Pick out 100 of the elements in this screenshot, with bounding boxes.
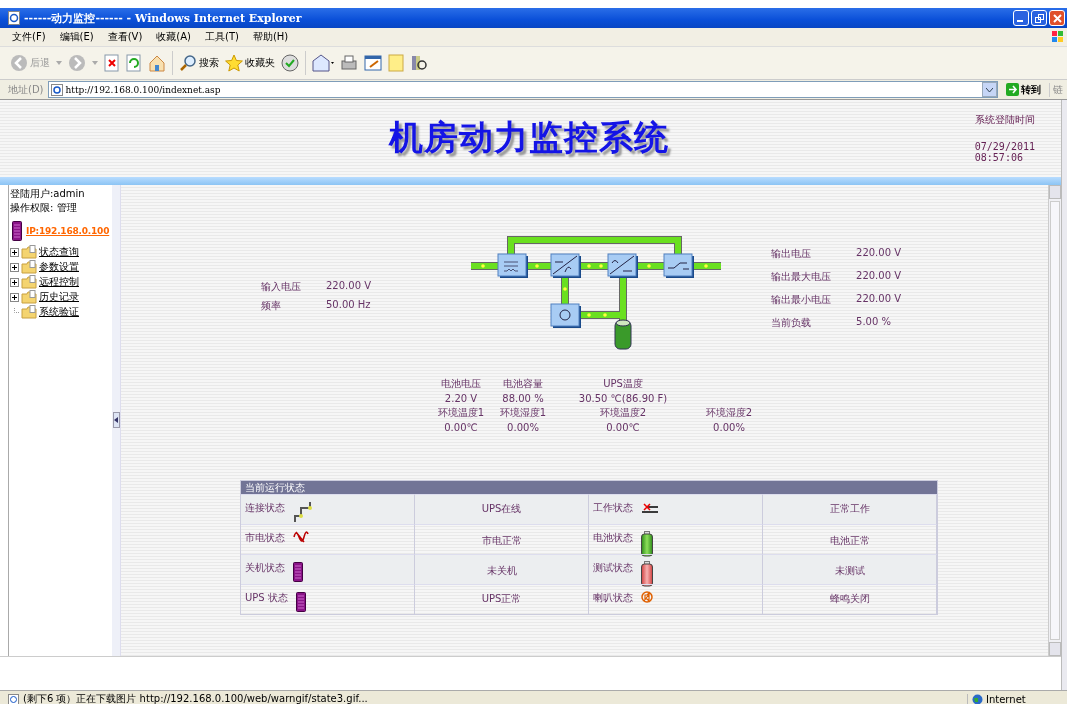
sidebar-item[interactable]: 历史记录 bbox=[39, 290, 79, 305]
battery-icon bbox=[641, 530, 653, 557]
sensor-value: 0.00℃ bbox=[605, 421, 641, 433]
status-value: 市电正常 bbox=[481, 533, 522, 548]
refresh-icon[interactable] bbox=[126, 54, 142, 72]
reading-label: 输入电压 bbox=[261, 279, 302, 294]
sidebar-item[interactable]: 参数设置 bbox=[39, 260, 79, 275]
sensor-value: 0.00% bbox=[712, 421, 746, 433]
sensor-value: 0.00% bbox=[506, 421, 540, 433]
search-button[interactable]: 搜索 bbox=[179, 54, 219, 72]
zone-label: Internet bbox=[986, 693, 1026, 704]
reading-value: 220.00 V bbox=[856, 269, 902, 283]
stop-icon[interactable] bbox=[104, 54, 120, 72]
reading-label: 输出最小电压 bbox=[771, 292, 832, 307]
dropdown-icon[interactable] bbox=[982, 82, 997, 97]
back-icon bbox=[10, 54, 28, 72]
windows-logo-icon bbox=[1051, 30, 1065, 44]
sensor-value: 0.00℃ bbox=[443, 421, 479, 433]
status-label: 连接状态 bbox=[245, 500, 285, 515]
restore-icon bbox=[1034, 13, 1044, 23]
folder-icon bbox=[21, 305, 37, 320]
status-value: 正常工作 bbox=[829, 502, 870, 517]
expand-icon[interactable] bbox=[10, 277, 19, 287]
menu-item[interactable]: 收藏(A) bbox=[156, 30, 191, 44]
window-title: ------动力监控------ - Windows Internet Explorer bbox=[24, 10, 303, 26]
close-button[interactable] bbox=[1049, 10, 1065, 26]
edit-icon[interactable] bbox=[364, 54, 382, 72]
home-icon[interactable] bbox=[148, 54, 166, 72]
expand-icon[interactable] bbox=[10, 247, 19, 257]
favorites-button[interactable]: 收藏夹 bbox=[225, 54, 275, 72]
close-icon bbox=[1052, 13, 1062, 23]
sensor-label: 电池容量 bbox=[502, 376, 544, 391]
print-icon[interactable] bbox=[340, 54, 358, 72]
status-value: 蜂鸣关闭 bbox=[829, 592, 870, 607]
status-label: UPS 状态 bbox=[245, 590, 288, 605]
login-date: 07/29/2011 bbox=[974, 141, 1035, 153]
restore-button[interactable] bbox=[1031, 10, 1047, 26]
speaker-off-icon bbox=[641, 590, 653, 603]
address-field[interactable]: http://192.168.0.100/indexnet.asp bbox=[47, 81, 998, 98]
expand-icon[interactable] bbox=[10, 292, 19, 302]
folder-icon bbox=[21, 275, 37, 290]
address-label: 地址(D) bbox=[8, 82, 44, 97]
sensor-label: UPS温度 bbox=[602, 376, 644, 391]
menu-item[interactable]: 编辑(E) bbox=[59, 30, 94, 44]
caret-icon bbox=[114, 417, 118, 424]
status-label: 电池状态 bbox=[593, 530, 633, 545]
table-title: 当前运行状态 bbox=[241, 480, 937, 494]
minimize-button[interactable] bbox=[1013, 10, 1029, 26]
menu-item[interactable]: 工具(T) bbox=[205, 30, 239, 44]
status-value: UPS正常 bbox=[481, 592, 522, 607]
status-label: 市电状态 bbox=[245, 530, 285, 545]
collapse-button[interactable] bbox=[112, 412, 120, 429]
status-label: 工作状态 bbox=[593, 500, 633, 515]
status-value: UPS在线 bbox=[481, 502, 522, 517]
sensor-value: 88.00 % bbox=[501, 392, 545, 404]
scrollbar[interactable] bbox=[1061, 100, 1067, 690]
server-icon bbox=[12, 220, 22, 241]
reading-value: 50.00 Hz bbox=[326, 298, 371, 312]
globe-icon bbox=[972, 693, 983, 704]
page-icon bbox=[50, 83, 63, 96]
status-value: 未测试 bbox=[834, 563, 865, 578]
sidebar-item[interactable]: 状态查询 bbox=[39, 245, 79, 260]
battery-icon bbox=[641, 560, 653, 587]
reading-value: 220.00 V bbox=[856, 246, 902, 260]
switch-icon bbox=[641, 500, 659, 513]
login-time-label: 系统登陆时间 bbox=[974, 113, 1035, 128]
sensor-value: 30.50 ℃(86.90 F) bbox=[577, 392, 669, 404]
media-icon[interactable] bbox=[281, 54, 299, 72]
reading-label: 输出电压 bbox=[771, 246, 812, 261]
server-icon bbox=[295, 590, 306, 613]
status-label: 关机状态 bbox=[245, 560, 285, 575]
reading-label: 频率 bbox=[261, 298, 282, 313]
status-label: 测试状态 bbox=[593, 560, 633, 575]
menu-item[interactable]: 文件(F) bbox=[12, 30, 46, 44]
go-button[interactable]: 转到 bbox=[1002, 82, 1045, 97]
reading-label: 输出最大电压 bbox=[771, 269, 832, 284]
page-icon bbox=[8, 693, 19, 704]
menu-item[interactable]: 查看(V) bbox=[107, 30, 143, 44]
sidebar-item[interactable]: 远程控制 bbox=[39, 275, 79, 290]
permission-label: 操作权限: 管理 bbox=[10, 200, 78, 215]
login-time: 08:57:06 bbox=[974, 152, 1024, 164]
research-icon[interactable] bbox=[410, 54, 428, 72]
status-value: 电池正常 bbox=[829, 533, 870, 548]
ie-icon bbox=[8, 11, 20, 25]
search-icon bbox=[179, 54, 197, 72]
sensor-label: 环境温度2 bbox=[598, 405, 648, 420]
sensor-label: 环境温度1 bbox=[436, 405, 486, 420]
reading-label: 当前负载 bbox=[771, 315, 812, 330]
reading-value: 220.00 V bbox=[856, 292, 902, 306]
sidebar-item[interactable]: 系统验证 bbox=[39, 305, 79, 320]
status-value: 未关机 bbox=[486, 563, 517, 578]
status-message: (剩下6 项）正在下载图片 http://192.168.0.100/web/warngif/state3.gif... bbox=[23, 692, 369, 704]
menu-item[interactable]: 帮助(H) bbox=[252, 30, 289, 44]
server-icon bbox=[293, 560, 303, 583]
sensor-label: 环境湿度1 bbox=[498, 405, 548, 420]
reading-value: 220.00 V bbox=[326, 279, 371, 293]
scrollbar[interactable] bbox=[1048, 184, 1061, 657]
expand-icon[interactable] bbox=[10, 262, 19, 272]
folder-icon bbox=[21, 290, 37, 305]
folder-icon bbox=[21, 245, 37, 260]
